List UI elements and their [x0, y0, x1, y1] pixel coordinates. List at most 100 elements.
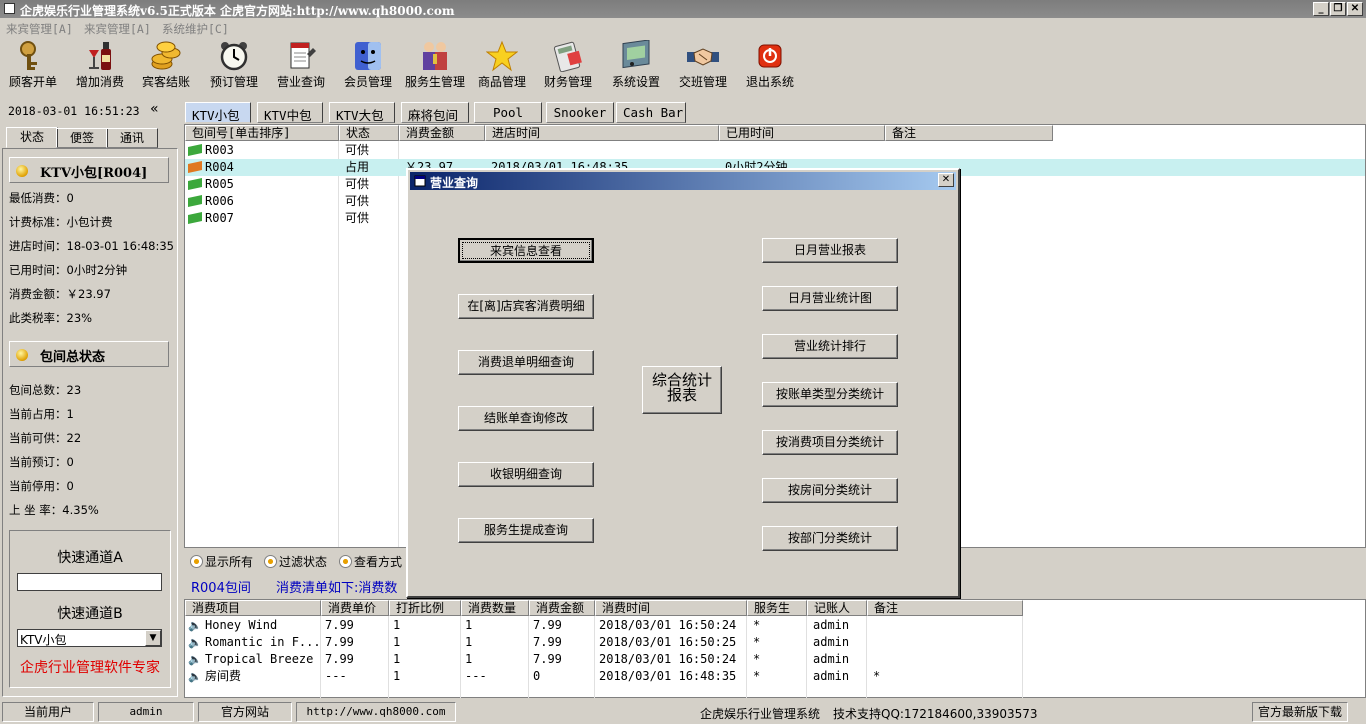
col-used[interactable]: 已用时间 [719, 125, 885, 141]
bullet-icon [16, 349, 28, 361]
tab-status[interactable]: 状态 [6, 127, 58, 148]
cell-item: Tropical Breeze [205, 652, 314, 666]
col-total[interactable]: 消费金额 [529, 600, 595, 616]
quick-a-input[interactable] [17, 573, 162, 591]
collapse-panel-button[interactable]: « [150, 101, 159, 117]
toolbar-open-order-button[interactable]: 顾客开单 [4, 40, 62, 90]
toolbar-checkout-button[interactable]: 宾客结账 [140, 40, 192, 90]
table-row[interactable]: 🔈 Romantic in F... 7.99 1 1 7.99 2018/03… [185, 634, 1365, 651]
col-time[interactable]: 消费时间 [595, 600, 747, 616]
guest-consumption-detail-button[interactable]: 在[离]店宾客消费明细 [458, 294, 594, 319]
quick-b-label: 快速通道B [57, 606, 123, 622]
quick-b-select[interactable]: KTV小包 ▼ [17, 629, 162, 647]
room-flag-shape [188, 161, 202, 173]
menu-guest[interactable]: 来宾管理[A] [6, 21, 73, 37]
table-row[interactable]: 🔈 Honey Wind 7.99 1 1 7.99 2018/03/01 16… [185, 617, 1365, 634]
business-ranking-button[interactable]: 营业统计排行 [762, 334, 898, 359]
col-remark[interactable]: 备注 [867, 600, 1023, 616]
toolbar-label: 财务管理 [543, 75, 592, 89]
total-stat: 包间总数：23 [9, 383, 82, 397]
row-room: R007 [205, 211, 234, 225]
cell-item: Honey Wind [205, 618, 278, 632]
dialog-title-bar: 营业查询 ✕ [410, 172, 956, 190]
col-note[interactable]: 备注 [885, 125, 1053, 141]
col-room[interactable]: 包间号[单击排序] [185, 125, 339, 141]
menu-guest-2[interactable]: 来宾管理[A] [84, 21, 151, 37]
col-qty[interactable]: 消费数量 [461, 600, 529, 616]
toolbar-member-button[interactable]: 会员管理 [340, 40, 396, 90]
toolbar-settings-button[interactable]: 系统设置 [608, 40, 664, 90]
item-stats-button[interactable]: 按消费项目分类统计 [762, 430, 898, 455]
summary-report-button[interactable]: 综合统计 报表 [642, 366, 722, 414]
close-window-button[interactable]: ✕ [1347, 2, 1363, 16]
menu-system[interactable]: 系统维护[C] [162, 21, 229, 37]
key-icon [17, 40, 49, 72]
tab-pool[interactable]: Pool [474, 102, 542, 123]
daily-monthly-chart-button[interactable]: 日月营业统计图 [762, 286, 898, 311]
toolbar-label: 系统设置 [611, 75, 660, 89]
toolbar-business-query-button[interactable]: 营业查询 [274, 40, 328, 90]
cell-price: 7.99 [325, 618, 354, 632]
bill-query-button[interactable]: 结账单查询修改 [458, 406, 594, 431]
filter-status[interactable]: 过滤状态 [264, 553, 327, 570]
room-flag-icon [188, 161, 202, 173]
col-item[interactable]: 消费项目 [185, 600, 321, 616]
tab-snooker[interactable]: Snooker [546, 102, 614, 123]
filter-view-mode[interactable]: 查看方式 [339, 553, 402, 570]
department-stats-button[interactable]: 按部门分类统计 [762, 526, 898, 551]
cell-clerk: admin [813, 652, 850, 666]
col-discount[interactable]: 打折比例 [389, 600, 461, 616]
col-in-time[interactable]: 进店时间 [485, 125, 719, 141]
dialog-close-button[interactable]: ✕ [938, 173, 954, 187]
restore-button[interactable]: ❐ [1330, 2, 1346, 16]
tab-cash-bar[interactable]: Cash Bar [616, 102, 686, 123]
row-status: 可供 [345, 143, 370, 157]
filter-label: 查看方式 [354, 555, 403, 569]
guest-info-button[interactable]: 来宾信息查看 [458, 238, 594, 263]
toolbar-exit-button[interactable]: 退出系统 [742, 40, 798, 90]
room-stat: 最低消费：0 [9, 191, 74, 205]
room-flag-shape [188, 195, 202, 207]
table-row[interactable]: 🔈 Tropical Breeze 7.99 1 1 7.99 2018/03/… [185, 651, 1365, 668]
toolbar-label: 会员管理 [343, 75, 392, 89]
table-row[interactable]: R003 可供 [185, 142, 1365, 159]
filter-show-all[interactable]: 显示所有 [190, 553, 253, 570]
cell-discount: 1 [393, 635, 401, 649]
col-status[interactable]: 状态 [339, 125, 399, 141]
toolbar-shift-button[interactable]: 交班管理 [676, 40, 730, 90]
toolbar-waiter-button[interactable]: 服务生管理 [402, 40, 468, 90]
toolbar-finance-button[interactable]: 财务管理 [542, 40, 594, 90]
app-icon [4, 3, 15, 14]
minimize-button[interactable]: _ [1313, 2, 1329, 16]
waiter-commission-button[interactable]: 服务生提成查询 [458, 518, 594, 543]
wine-icon [84, 40, 116, 72]
cell-time: 2018/03/01 16:50:24 [599, 652, 737, 666]
room-stats-button[interactable]: 按房间分类统计 [762, 478, 898, 503]
tab-mahjong[interactable]: 麻将包间 [401, 102, 469, 123]
tab-ktv-large[interactable]: KTV大包 [329, 102, 395, 123]
col-clerk[interactable]: 记账人 [807, 600, 867, 616]
cashier-detail-button[interactable]: 收银明细查询 [458, 462, 594, 487]
row-room: R006 [205, 194, 234, 208]
toolbar-add-consumption-button[interactable]: 增加消费 [72, 40, 128, 90]
status-system-name: 企虎娱乐行业管理系统 [700, 707, 821, 721]
tab-contacts[interactable]: 通讯 [106, 128, 158, 148]
col-price[interactable]: 消费单价 [321, 600, 389, 616]
room-flag-shape [188, 212, 202, 224]
status-site-link[interactable]: http://www.qh8000.com [296, 702, 456, 722]
tab-ktv-medium[interactable]: KTV中包 [257, 102, 323, 123]
chevron-down-icon[interactable]: ▼ [145, 630, 161, 646]
refund-detail-button[interactable]: 消费退单明细查询 [458, 350, 594, 375]
col-waiter[interactable]: 服务生 [747, 600, 807, 616]
table-row[interactable]: 🔈 房间费 --- 1 --- 0 2018/03/01 16:48:35 * … [185, 668, 1365, 685]
bill-type-stats-button[interactable]: 按账单类型分类统计 [762, 382, 898, 407]
toolbar-goods-button[interactable]: 商品管理 [476, 40, 528, 90]
toolbar-reservation-button[interactable]: 预订管理 [208, 40, 260, 90]
tab-ktv-small[interactable]: KTV小包 [185, 102, 251, 123]
consumption-table: 消费项目 消费单价 打折比例 消费数量 消费金额 消费时间 服务生 记账人 备注… [184, 599, 1366, 698]
daily-monthly-report-button[interactable]: 日月营业报表 [762, 238, 898, 263]
settings-panel-icon [620, 40, 652, 72]
col-amount[interactable]: 消费金额 [399, 125, 485, 141]
latest-download-button[interactable]: 官方最新版下载 [1252, 702, 1348, 722]
tab-notes[interactable]: 便签 [56, 128, 108, 148]
